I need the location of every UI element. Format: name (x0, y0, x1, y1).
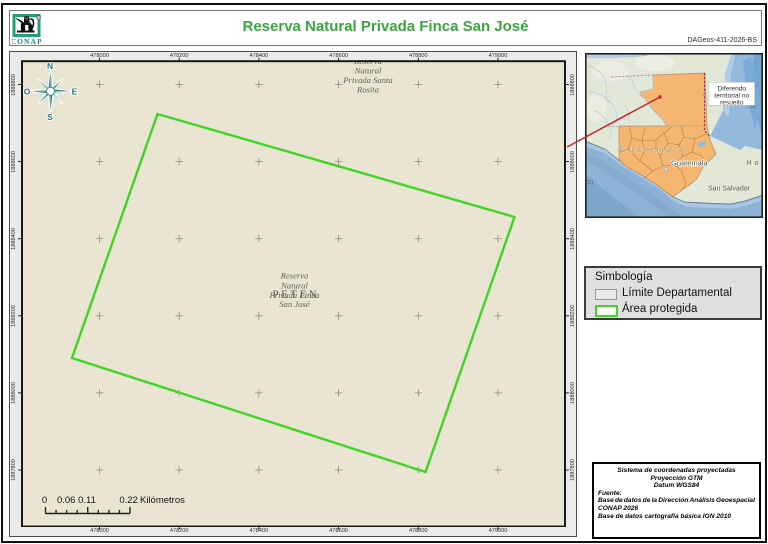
svg-text:territorial no: territorial no (714, 93, 749, 100)
svg-text:Ho: Ho (747, 160, 762, 167)
svg-text:resuelto: resuelto (720, 100, 744, 107)
svg-text:Guatemala: Guatemala (671, 159, 709, 168)
svg-text:Guatemala: Guatemala (620, 145, 687, 154)
svg-text:San Salvador: San Salvador (708, 186, 751, 193)
svg-text:Diferendo: Diferendo (718, 85, 747, 92)
